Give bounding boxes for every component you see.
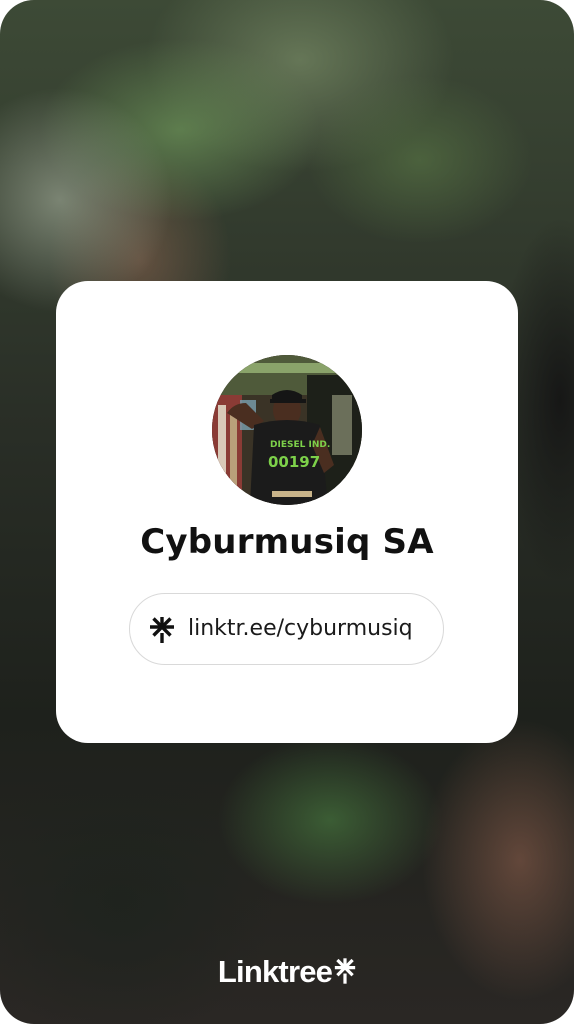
linktree-asterisk-icon — [334, 957, 356, 984]
shirt-text-1: DIESEL IND. — [270, 440, 330, 450]
profile-name: Cyburmusiq SA — [140, 522, 434, 562]
profile-avatar: DIESEL IND. 00197 — [212, 355, 362, 505]
profile-link-button[interactable]: linktr.ee/cyburmusiq — [129, 593, 444, 665]
profile-card — [56, 281, 518, 743]
profile-link-url: linktr.ee/cyburmusiq — [188, 616, 413, 641]
linktree-asterisk-icon — [150, 617, 174, 643]
shirt-text-2: 00197 — [268, 453, 320, 471]
linktree-brand: Linktree — [0, 952, 574, 992]
brand-wordmark: Linktree — [217, 954, 333, 989]
avatar-photo: DIESEL IND. 00197 — [212, 355, 362, 505]
